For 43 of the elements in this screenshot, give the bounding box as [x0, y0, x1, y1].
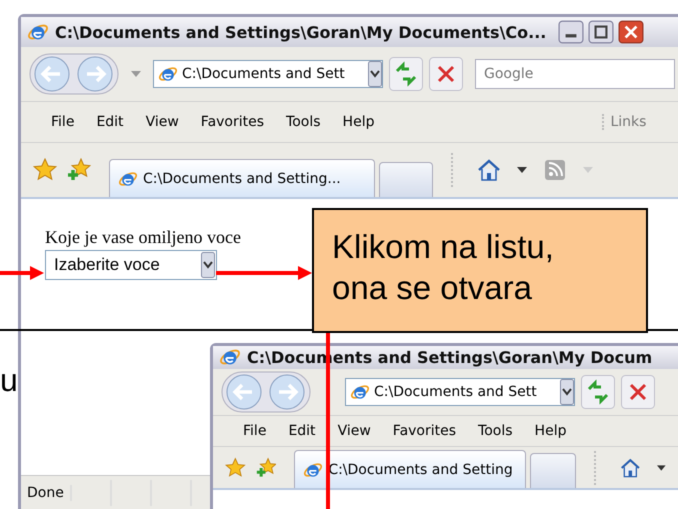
- refresh-icon[interactable]: [581, 374, 615, 409]
- browser-tab[interactable]: C:\Documents and Setting: [294, 450, 526, 488]
- new-tab-button[interactable]: [379, 162, 433, 197]
- menu-item[interactable]: View: [338, 422, 371, 439]
- caret-icon[interactable]: [657, 464, 666, 471]
- menu-item[interactable]: File: [51, 114, 74, 130]
- stop-icon[interactable]: [429, 57, 463, 91]
- callout-box: Klikom na listu, ona se otvara: [312, 208, 648, 333]
- arrow: [0, 266, 44, 280]
- address-field[interactable]: C:\Documents and Sett: [345, 378, 575, 406]
- slide-text: u: [0, 362, 18, 399]
- maximize-icon[interactable]: [588, 20, 614, 44]
- menu-item[interactable]: Tools: [478, 422, 513, 439]
- star-icon[interactable]: [33, 158, 57, 182]
- menu-item[interactable]: File: [243, 422, 266, 439]
- menu-item[interactable]: Edit: [288, 422, 316, 439]
- minimize-icon[interactable]: [558, 20, 584, 44]
- menu-item[interactable]: Help: [342, 114, 374, 130]
- new-tab-button[interactable]: [530, 453, 576, 488]
- address-field[interactable]: C:\Documents and Sett: [153, 60, 383, 88]
- add-star-icon[interactable]: [67, 158, 91, 182]
- menu-item[interactable]: Help: [534, 422, 566, 439]
- feed-icon[interactable]: [543, 158, 567, 182]
- fruit-select[interactable]: Izaberite voce: [45, 250, 217, 280]
- menu-item[interactable]: Favorites: [200, 114, 264, 130]
- refresh-icon[interactable]: [389, 57, 423, 91]
- menu-item[interactable]: Tools: [286, 114, 321, 130]
- links-label[interactable]: Links: [602, 114, 646, 130]
- question-text: Koje je vase omiljeno voce: [45, 227, 241, 248]
- menu-item[interactable]: View: [146, 114, 179, 130]
- dropdown-icon[interactable]: [368, 61, 382, 87]
- menu-item[interactable]: Favorites: [392, 422, 456, 439]
- home-icon[interactable]: [477, 158, 501, 182]
- search-field[interactable]: Google: [475, 59, 675, 89]
- dropdown-icon[interactable]: [201, 252, 215, 278]
- close-icon[interactable]: [618, 20, 644, 44]
- stop-icon[interactable]: [621, 374, 655, 409]
- dropdown-icon[interactable]: [560, 378, 574, 405]
- caret-icon[interactable]: [517, 167, 527, 173]
- status-text: Done: [21, 485, 72, 501]
- browser-tab[interactable]: C:\Documents and Setting...: [109, 159, 375, 197]
- menu-item[interactable]: Edit: [96, 114, 124, 130]
- window-title: C:\Documents and Settings\Goran\My Documents\Co...: [55, 22, 546, 42]
